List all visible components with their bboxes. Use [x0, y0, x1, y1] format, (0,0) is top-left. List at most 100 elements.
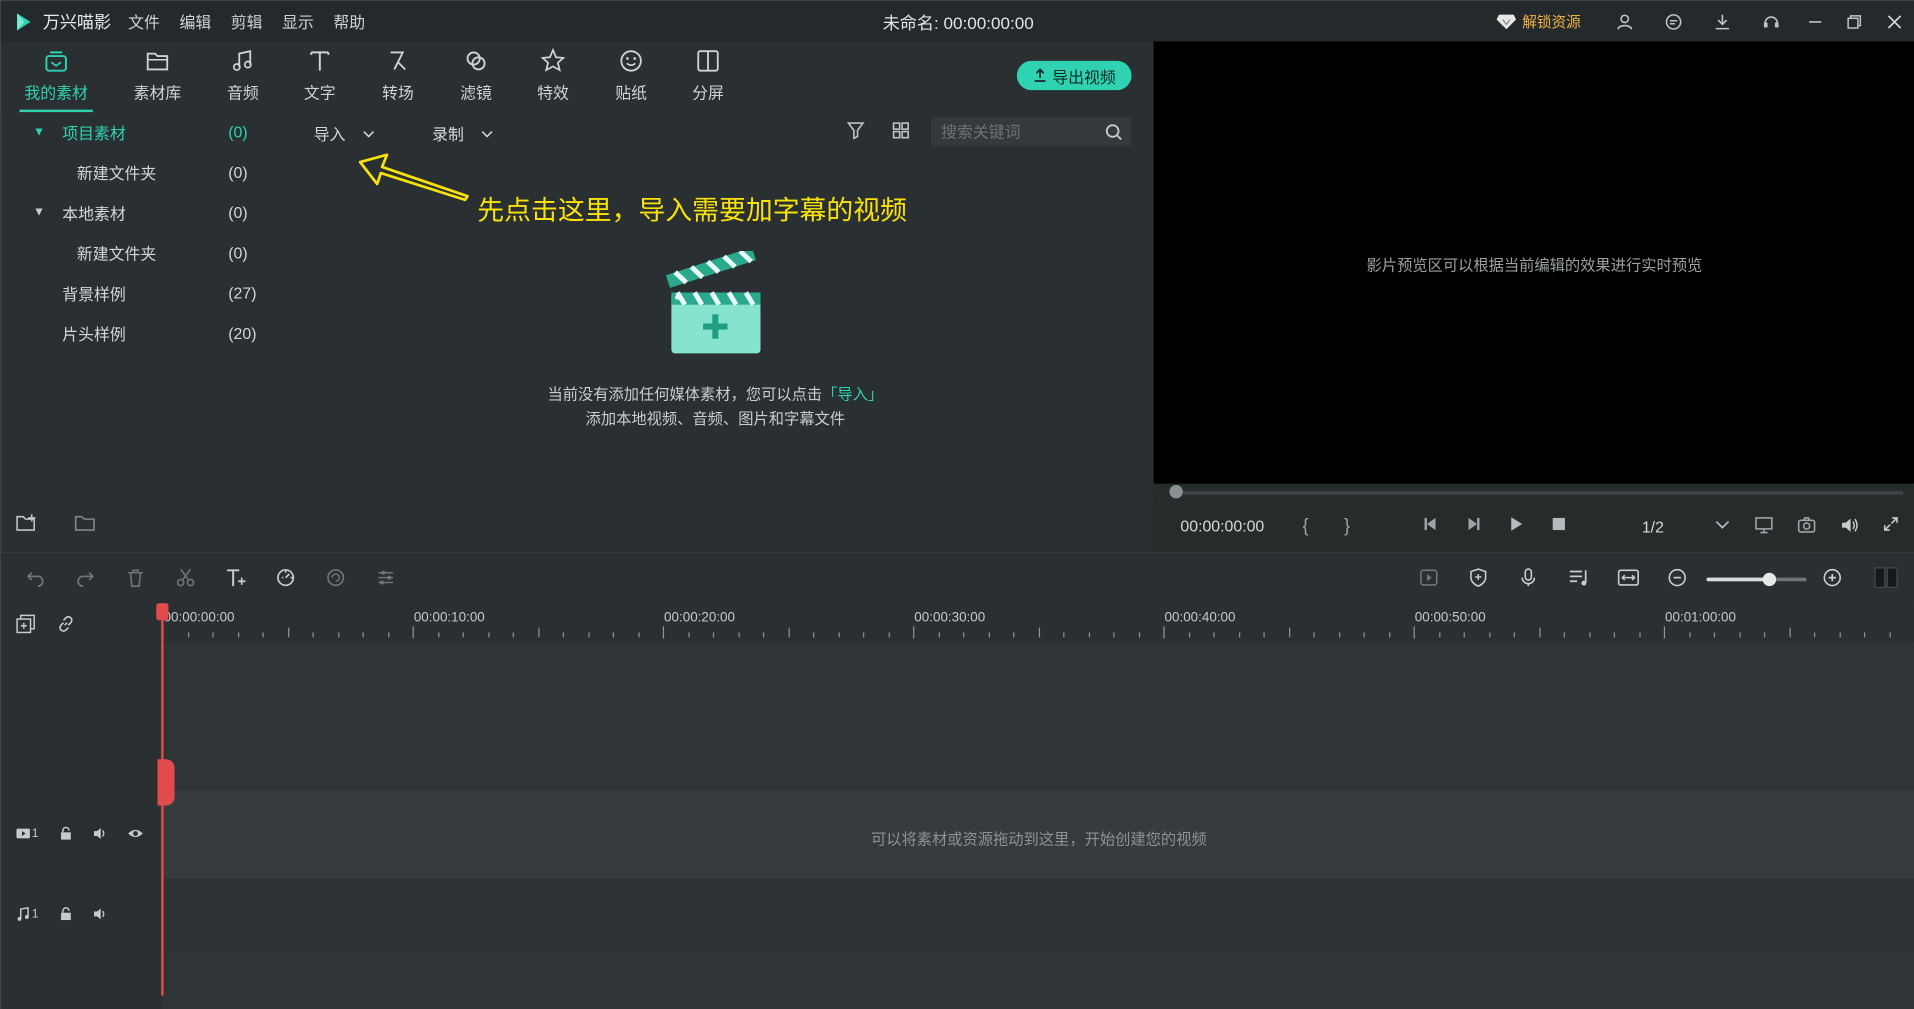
playhead-drag-handle[interactable] — [157, 759, 175, 806]
app-logo-icon — [17, 12, 31, 30]
lock-icon[interactable] — [58, 907, 73, 922]
tree-item-local-media[interactable]: ▼ 本地素材 (0) — [1, 194, 282, 231]
tab-transition[interactable]: 转场 — [359, 46, 437, 109]
adjust-sliders-icon[interactable] — [376, 568, 396, 587]
support-icon[interactable] — [1747, 1, 1796, 41]
tree-item-project-media[interactable]: ▼ 项目素材 (0) — [1, 113, 282, 150]
expand-triangle-icon[interactable]: ▼ — [33, 125, 45, 138]
menu-view[interactable]: 显示 — [282, 10, 314, 33]
ruler-tick — [1488, 632, 1490, 638]
ruler-tick — [262, 632, 264, 638]
add-track-icon[interactable] — [16, 614, 36, 634]
playhead-top-marker[interactable] — [156, 603, 169, 621]
download-icon[interactable] — [1698, 1, 1747, 41]
tree-item-label: 本地素材 — [62, 204, 126, 223]
record-dropdown[interactable]: 录制 — [432, 122, 493, 145]
microphone-icon[interactable] — [1519, 568, 1539, 587]
tree-item-new-folder-2[interactable]: 新建文件夹 (0) — [1, 234, 282, 271]
message-icon[interactable] — [1649, 1, 1698, 41]
menu-edit[interactable]: 编辑 — [179, 10, 211, 33]
close-icon[interactable] — [1874, 1, 1914, 41]
menu-file[interactable]: 文件 — [128, 10, 160, 33]
restore-icon[interactable] — [1835, 1, 1874, 41]
tab-text[interactable]: 文字 — [281, 46, 359, 109]
tab-split-screen[interactable]: 分屏 — [669, 46, 747, 109]
preview-scrubber[interactable] — [1153, 483, 1914, 501]
ruler-tick — [1763, 632, 1766, 638]
volume-icon[interactable] — [1840, 515, 1860, 534]
zoom-slider[interactable] — [1706, 572, 1807, 587]
eye-icon[interactable] — [126, 826, 143, 841]
import-link[interactable]: 「导入」 — [822, 386, 883, 403]
tab-filter[interactable]: 滤镜 — [437, 46, 515, 109]
ruler-tick — [938, 632, 940, 638]
fit-timeline-icon[interactable] — [1617, 568, 1639, 587]
speaker-icon[interactable] — [92, 907, 107, 922]
menu-clip[interactable]: 剪辑 — [231, 10, 263, 33]
search-input[interactable] — [941, 122, 1100, 141]
ruler-tick — [487, 632, 489, 638]
tree-item-background-samples[interactable]: 背景样例 (27) — [1, 274, 282, 311]
tab-sticker[interactable]: 贴纸 — [592, 46, 670, 109]
snapshot-camera-icon[interactable] — [1797, 515, 1817, 534]
export-video-button[interactable]: 导出视频 — [1016, 60, 1132, 91]
step-back-icon[interactable] — [1422, 515, 1439, 532]
playback-resolution[interactable]: 1/2 — [1642, 518, 1664, 536]
speaker-icon[interactable] — [92, 826, 107, 841]
add-text-icon[interactable] — [226, 568, 248, 587]
media-folder-tree: ▼ 项目素材 (0) 新建文件夹 (0) ▼ 本地素材 (0) 新建文件夹 (0… — [1, 113, 289, 503]
monitor-icon[interactable] — [1754, 515, 1774, 534]
tab-library[interactable]: 素材库 — [118, 46, 196, 109]
play-icon[interactable] — [1508, 515, 1525, 532]
tree-item-intro-samples[interactable]: 片头样例 (20) — [1, 314, 282, 351]
ruler-tick — [1663, 626, 1666, 639]
render-preview-icon[interactable] — [1418, 568, 1440, 587]
expand-triangle-icon[interactable]: ▼ — [33, 205, 45, 218]
filter-funnel-icon[interactable] — [846, 121, 866, 140]
delete-icon[interactable] — [126, 568, 146, 587]
minimize-icon[interactable] — [1796, 1, 1835, 41]
zoom-slider-knob[interactable] — [1762, 572, 1776, 587]
step-forward-icon[interactable] — [1465, 515, 1482, 532]
marker-shield-icon[interactable] — [1469, 568, 1489, 587]
app-window: 万兴喵影 文件 编辑 剪辑 显示 帮助 未命名: 00:00:00:00 解锁资… — [0, 0, 1914, 1009]
mark-out-icon[interactable]: } — [1344, 515, 1350, 536]
stop-icon[interactable] — [1550, 515, 1567, 532]
audio-mixer-icon[interactable] — [1569, 568, 1591, 587]
tree-item-new-folder[interactable]: 新建文件夹 (0) — [1, 154, 282, 191]
panel-toggle-icon[interactable] — [1874, 565, 1898, 589]
tree-item-count: (0) — [228, 122, 248, 141]
ruler-tick — [1063, 632, 1065, 638]
video-track-number: 1 — [31, 826, 39, 841]
chevron-down-icon[interactable] — [1715, 520, 1730, 530]
zoom-in-icon[interactable] — [1823, 568, 1843, 587]
folder-outline-icon[interactable] — [74, 513, 96, 537]
zoom-out-icon[interactable] — [1667, 568, 1687, 587]
audio-track-1[interactable] — [162, 878, 1914, 952]
unlock-resources-button[interactable]: 解锁资源 — [1495, 11, 1581, 32]
tab-my-media[interactable]: 我的素材 — [17, 46, 95, 113]
tab-audio[interactable]: 音频 — [204, 46, 282, 109]
lock-icon[interactable] — [58, 826, 73, 841]
rotate-icon[interactable] — [326, 568, 346, 587]
speed-icon[interactable] — [276, 568, 296, 587]
redo-icon[interactable] — [76, 568, 96, 587]
tree-item-count: (0) — [228, 243, 248, 262]
scrubber-knob[interactable] — [1169, 485, 1183, 499]
tab-effects[interactable]: 特效 — [514, 46, 592, 109]
account-icon[interactable] — [1600, 1, 1649, 41]
ruler-tick — [1438, 632, 1440, 638]
grid-view-icon[interactable] — [891, 121, 911, 140]
video-track-1[interactable]: 可以将素材或资源拖动到这里，开始创建您的视频 — [162, 790, 1914, 879]
fullscreen-icon[interactable] — [1882, 515, 1899, 532]
menu-help[interactable]: 帮助 — [333, 10, 365, 33]
undo-icon[interactable] — [26, 568, 46, 587]
search-icon[interactable] — [1105, 122, 1123, 140]
filter-rings-icon — [466, 51, 486, 71]
new-folder-icon[interactable] — [16, 513, 38, 537]
link-icon[interactable] — [56, 614, 76, 633]
timeline-ruler[interactable]: 00:00:00:00 00:00:10:00 00:00:20:00 00:00:3… — [162, 603, 1914, 643]
cut-icon[interactable] — [176, 568, 196, 587]
import-dropdown[interactable]: 导入 — [314, 122, 375, 145]
mark-in-icon[interactable]: { — [1302, 515, 1308, 536]
